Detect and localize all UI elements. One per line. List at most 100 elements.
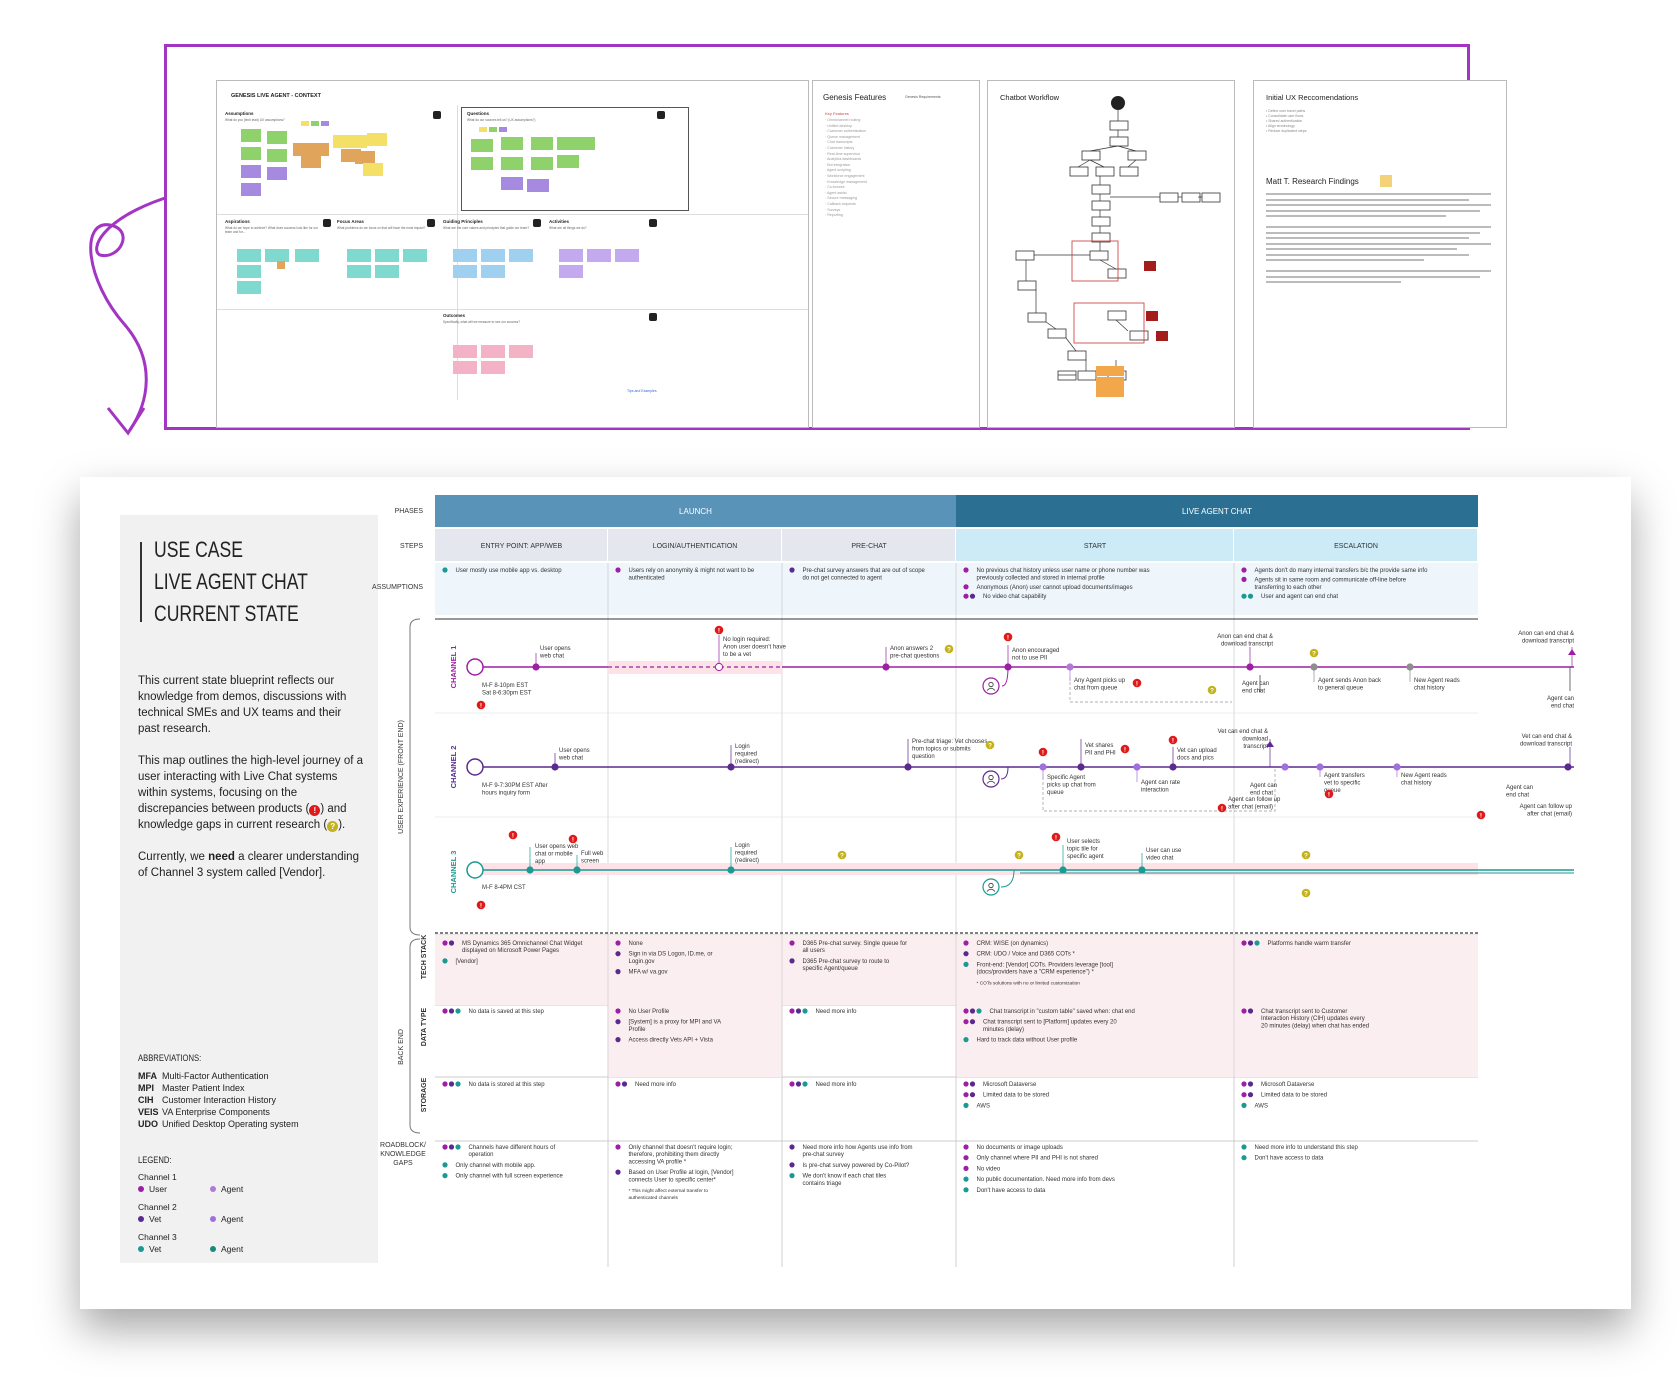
tips-tag: Tips and Examples (627, 389, 657, 393)
journey-label: Agent can end chat (1506, 785, 1533, 798)
gaps-text: * This might affect external transfer to… (629, 1188, 709, 1201)
matt-title: Matt T. Research Findings (1266, 177, 1359, 186)
legend-dot (448, 1008, 455, 1014)
journey-node (1246, 663, 1254, 671)
text-line (1266, 231, 1480, 234)
legend-dot (1241, 576, 1247, 582)
sticky-note (375, 249, 399, 262)
gaps-text: Need more info to understand this step (1255, 1145, 1359, 1151)
text-line (1266, 275, 1480, 278)
journey-label: No login required: Anon user doesn't have… (723, 637, 787, 658)
blueprint-card: USE CASE LIVE AGENT CHAT CURRENT STATE T… (80, 477, 1631, 1309)
legend-dot (448, 940, 455, 946)
flow-box (1109, 136, 1129, 147)
legend-dot (615, 1144, 621, 1150)
sticky-note (237, 249, 261, 262)
tech-text: Platforms handle warm transfer (1268, 941, 1351, 947)
sticky-note (501, 157, 523, 170)
row-label: BACK END (398, 1029, 405, 1065)
sticky-note (367, 133, 387, 146)
section-icon (533, 219, 541, 227)
sticky-note (347, 135, 367, 148)
storage-text: AWS (1255, 1103, 1268, 1109)
journey-label: Anon can end chat & download transcript (1518, 631, 1574, 644)
legend-dot (963, 1008, 969, 1014)
legend-dot (963, 1165, 969, 1171)
journey-label: Agent sends Anon back to general queue (1318, 678, 1382, 691)
sticky-note (237, 265, 261, 278)
alert-glyph: ! (480, 902, 482, 909)
sticky-note (573, 137, 595, 150)
legend-dot (1241, 1008, 1247, 1014)
journey-node (904, 763, 912, 771)
legend-dot (789, 567, 795, 573)
legend-dot (969, 1081, 976, 1087)
legend-dot (789, 1162, 795, 1168)
sticky-note (237, 281, 261, 294)
legend-dot (1241, 1102, 1247, 1108)
flow-box (1107, 310, 1127, 321)
sticky-note (499, 127, 507, 132)
phase-label: LAUNCH (679, 507, 712, 516)
section-title: Assumptions (225, 111, 254, 116)
sticky-note (587, 249, 611, 262)
legend-dot (615, 1081, 621, 1087)
gaps-text: Need more info how Agents use info from p… (803, 1145, 913, 1158)
journey-label: Agent can follow up after chat (email) (1520, 804, 1573, 817)
sticky-note (321, 121, 329, 126)
flow-orange-note (1096, 366, 1124, 376)
flow-box (1201, 192, 1221, 203)
tech-text: MFA w/ va.gov (629, 970, 668, 976)
assumption-text: User mostly use mobile app vs. desktop (456, 568, 563, 574)
journey-label: User opens web chat (558, 748, 590, 761)
sticky-note (453, 265, 477, 278)
question-glyph: ? (1017, 852, 1021, 859)
flow-box (1069, 166, 1089, 177)
alert-glyph: ! (1042, 749, 1044, 756)
step-label: LOGIN/AUTHENTICATION (653, 543, 738, 550)
sticky-note (501, 177, 523, 190)
legend-dot (455, 1081, 461, 1087)
section-icon (649, 219, 657, 227)
flow-box (1015, 250, 1035, 261)
flow-box (1081, 150, 1101, 161)
hours-label: M-F 8-10pm EST Sat 8-6:30pm EST (482, 683, 532, 696)
journey-node (1138, 866, 1146, 874)
alert-glyph: ! (1136, 680, 1138, 687)
sticky-note (481, 249, 505, 262)
ux-item: • Reduce duplicated steps (1266, 129, 1307, 133)
datatype-text: Hard to track data without User profile (977, 1038, 1078, 1044)
datatype-text: Access directly Vets API + Vista (629, 1038, 714, 1044)
datatype-text: Chat transcript in "custom table" saved … (990, 1009, 1135, 1015)
flow-start (1111, 96, 1125, 110)
sticky-note (301, 121, 309, 126)
legend-dot (442, 1081, 448, 1087)
chatbot-board: Chatbot Workflow (987, 80, 1235, 428)
section-subtitle: What do our sources tell us? (UX assumpt… (467, 118, 536, 122)
context-board: GENESIS LIVE AGENT - CONTEXT Assumptions… (216, 80, 809, 428)
gaps-text: Only channel where PII and PHI is not sh… (977, 1156, 1098, 1162)
flow-box (1181, 192, 1201, 203)
legend-dot (1241, 1092, 1247, 1098)
row-label: DATA TYPE (421, 1007, 428, 1046)
legend-dot (621, 1081, 628, 1087)
text-line (1266, 226, 1491, 228)
journey-label: Vet can end chat & download transcript (1520, 734, 1572, 747)
sticky-note (531, 137, 553, 150)
journey-label: Anon can end chat & download transcript (1217, 634, 1273, 647)
legend-dot (448, 1081, 455, 1087)
assumption-text: Agents don't do many internal transfers … (1255, 568, 1429, 574)
journey-label: Anon encouraged not to use PII (1012, 648, 1059, 661)
journey-label: Agent can rate interaction (1141, 780, 1181, 793)
step-label: PRE-CHAT (851, 543, 887, 550)
question-glyph: ? (1312, 650, 1316, 657)
flow-line (1115, 319, 1129, 332)
flow-box (1127, 150, 1147, 161)
sticky-note (311, 121, 319, 126)
section-icon (433, 111, 441, 119)
journey-node (1169, 763, 1177, 771)
assumption-text: Anonymous (Anon) user cannot upload docu… (977, 585, 1133, 591)
legend-dot (1254, 940, 1260, 946)
legend-dot (969, 1019, 976, 1025)
journey-node (532, 663, 540, 671)
